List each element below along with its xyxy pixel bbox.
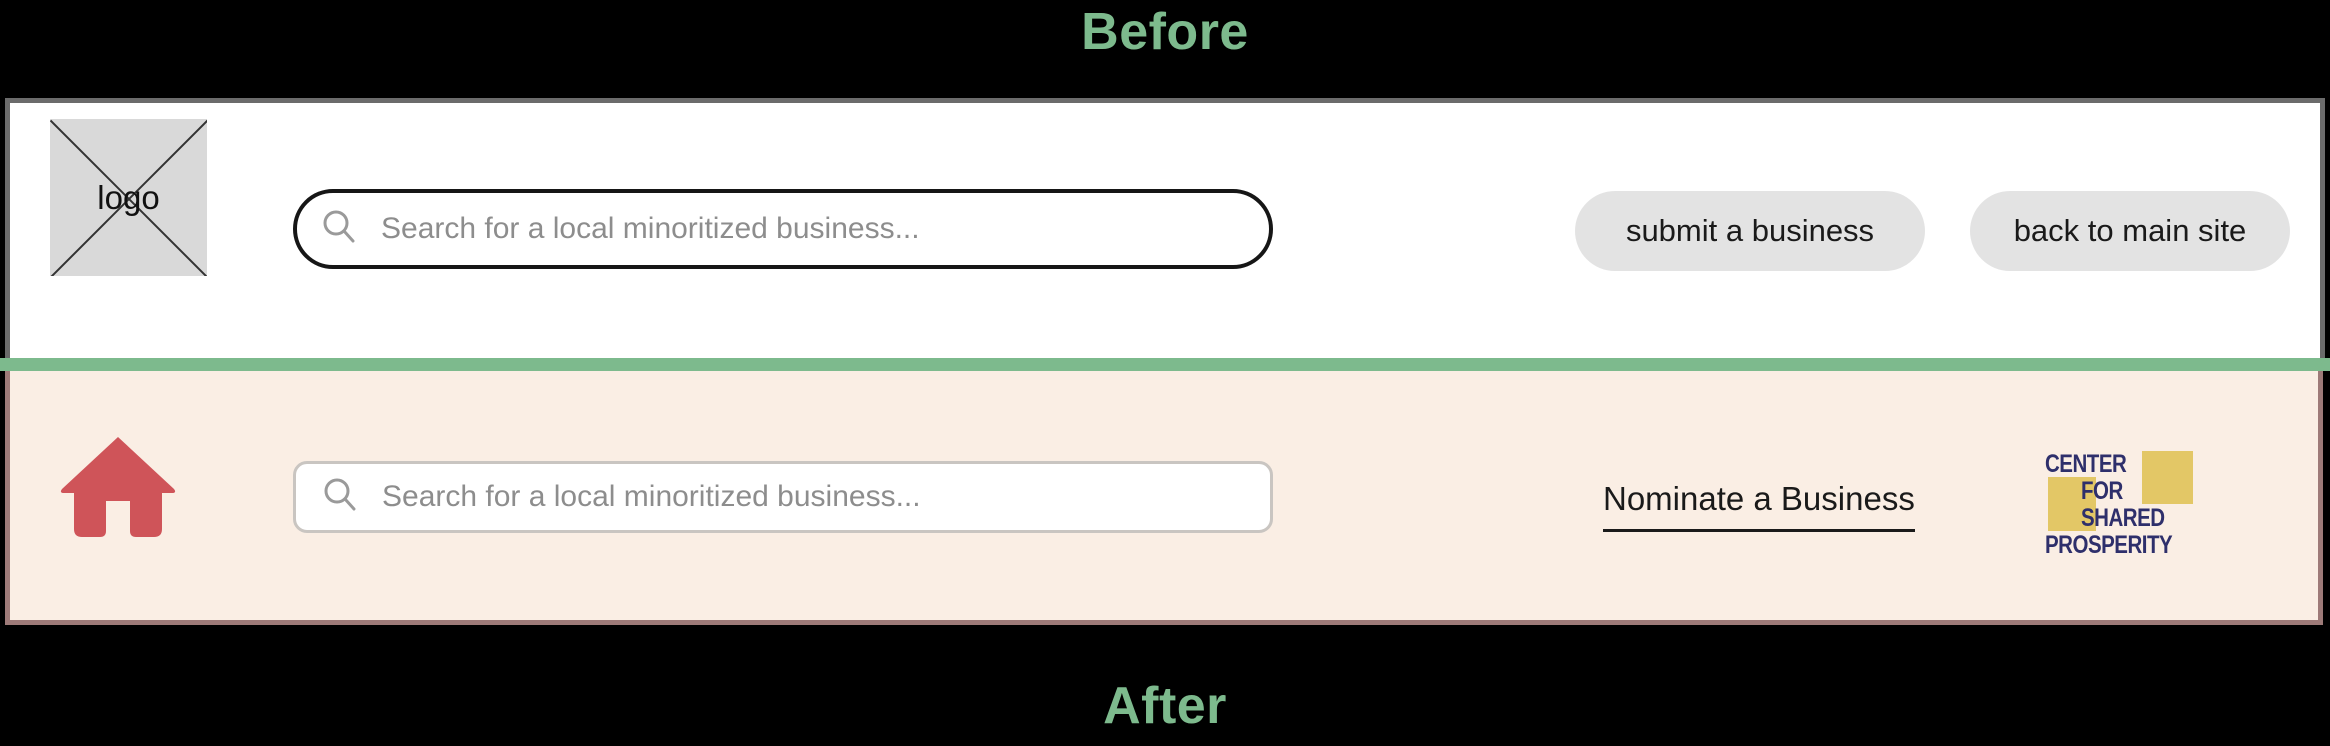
search-icon [320, 475, 360, 520]
section-divider [0, 358, 2330, 371]
after-header-mockup: Search for a local minoritized business.… [5, 371, 2323, 625]
before-section-label: Before [1081, 3, 1249, 61]
search-input-before[interactable]: Search for a local minoritized business.… [293, 189, 1273, 269]
after-section-label: After [1103, 677, 1227, 735]
logo-line-for: FOR [2081, 477, 2123, 505]
search-placeholder-after: Search for a local minoritized business.… [382, 480, 921, 513]
logo-line-prosperity: PROSPERITY [2045, 531, 2173, 559]
nominate-a-business-link[interactable]: Nominate a Business [1603, 482, 1915, 532]
back-to-main-site-button[interactable]: back to main site [1970, 191, 2290, 271]
submit-a-business-button[interactable]: submit a business [1575, 191, 1925, 271]
search-icon [319, 207, 359, 252]
logo-placeholder: logo [50, 119, 207, 276]
logo-line-shared: SHARED [2081, 504, 2165, 532]
search-placeholder-before: Search for a local minoritized business.… [381, 212, 920, 245]
logo-line-center: CENTER [2045, 450, 2127, 478]
home-icon[interactable] [58, 433, 178, 541]
logo-placeholder-label: logo [97, 178, 160, 216]
search-input-after[interactable]: Search for a local minoritized business.… [293, 461, 1273, 533]
center-for-shared-prosperity-logo[interactable]: CENTER FOR SHARED PROSPERITY [2045, 449, 2193, 559]
before-header-mockup: logo Search for a local minoritized busi… [5, 98, 2325, 358]
